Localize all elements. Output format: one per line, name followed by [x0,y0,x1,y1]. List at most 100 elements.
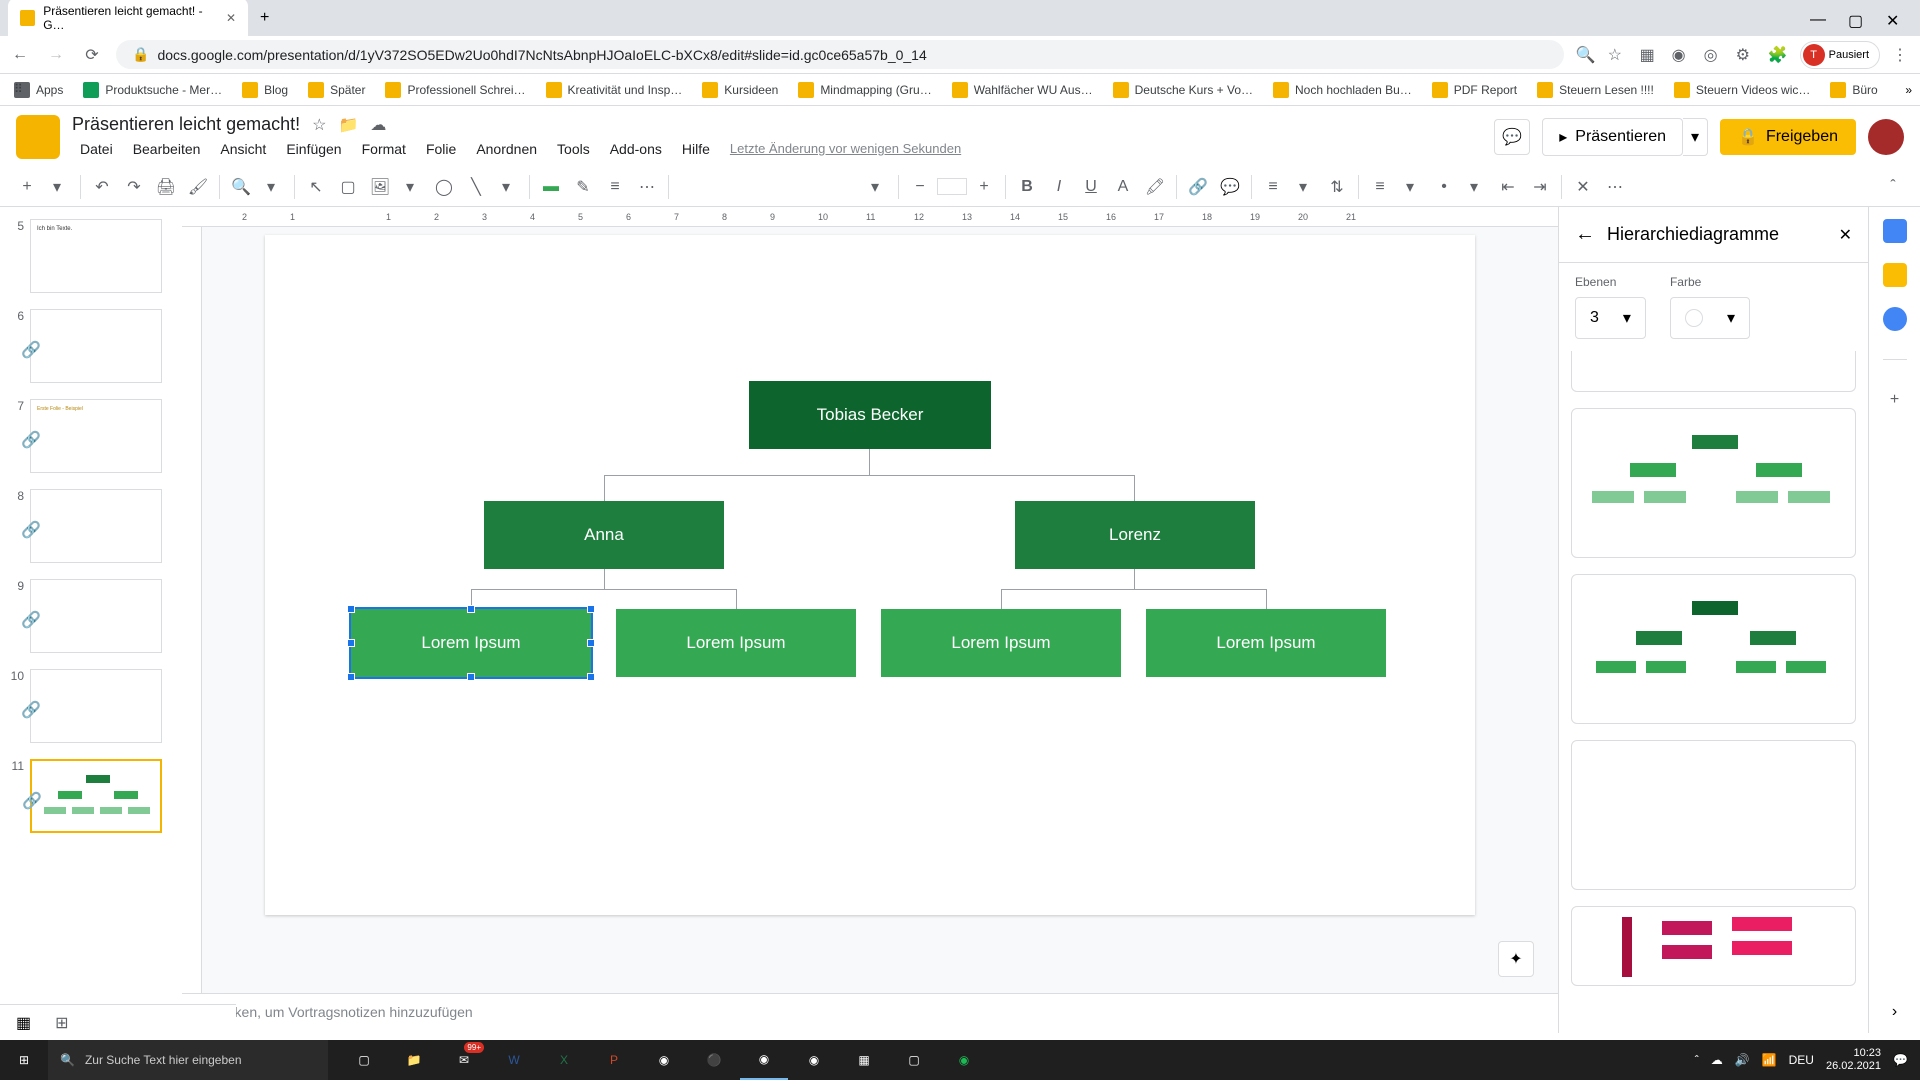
menu-insert[interactable]: Einfügen [278,139,349,159]
back-button[interactable]: ← [8,43,32,67]
menu-help[interactable]: Hilfe [674,139,718,159]
redo-button[interactable]: ↷ [119,172,149,202]
taskbar-search[interactable]: 🔍 Zur Suche Text hier eingeben [48,1040,328,1080]
zoom-icon[interactable]: 🔍 [1576,45,1596,65]
language-indicator[interactable]: DEU [1789,1053,1814,1067]
hierarchy-node-l3[interactable]: Lorem Ipsum [616,609,856,677]
mail-icon[interactable]: ✉99+ [440,1040,488,1080]
cloud-status-icon[interactable]: ☁ [370,115,386,135]
comment-insert-button[interactable]: 💬 [1215,172,1245,202]
slide-thumb-6[interactable]: 🔗 [30,309,162,383]
start-button[interactable]: ⊞ [0,1040,48,1080]
line-spacing-button[interactable]: ⇅ [1322,172,1352,202]
bookmark-item[interactable]: Steuern Videos wic… [1668,78,1817,102]
levels-select[interactable]: 3 ▾ [1575,297,1646,339]
browser-tab[interactable]: Präsentieren leicht gemacht! - G… ✕ [8,0,248,38]
collapse-toolbar-button[interactable]: ˆ [1878,172,1908,202]
image-dropdown[interactable]: ▾ [397,172,427,202]
app-icon[interactable]: ▢ [890,1040,938,1080]
border-width-button[interactable]: ≡ [600,172,630,202]
share-button[interactable]: 🔒 Freigeben [1720,119,1856,155]
bookmark-item[interactable]: Mindmapping (Gru… [792,78,937,102]
line-dropdown[interactable]: ▾ [493,172,523,202]
close-tab-icon[interactable]: ✕ [226,11,236,25]
bookmark-item[interactable]: Später [302,78,371,102]
star-icon[interactable]: ☆ [1608,45,1628,65]
image-tool[interactable]: 🖼 [365,172,395,202]
notification-icon[interactable]: 💬 [1893,1053,1908,1067]
filmstrip-view-button[interactable]: ▦ [16,1013,31,1033]
bookmark-item[interactable]: Kreativität und Insp… [540,78,689,102]
color-select[interactable]: ▾ [1670,297,1750,339]
select-tool[interactable]: ↖ [301,172,331,202]
bookmark-item[interactable]: Produktsuche - Mer… [77,78,228,102]
paint-format-button[interactable]: 🖌 [183,172,213,202]
hierarchy-node-l3-selected[interactable]: Lorem Ipsum [351,609,591,677]
app-icon[interactable]: ◉ [640,1040,688,1080]
extension2-icon[interactable]: ◎ [1704,45,1724,65]
puzzle-icon[interactable]: 🧩 [1768,45,1788,65]
zoom-dropdown[interactable]: ▾ [258,172,288,202]
slide-thumb-10[interactable]: 🔗 [30,669,162,743]
font-size-dec[interactable]: − [905,172,935,202]
menu-format[interactable]: Format [354,139,414,159]
speaker-notes[interactable]: Klicken, um Vortragsnotizen hinzuzufügen [182,993,1558,1033]
slide-canvas[interactable]: Tobias Becker Anna Lorenz Lorem Ipsum Lo… [265,235,1475,915]
diagram-template[interactable] [1571,351,1856,392]
menu-edit[interactable]: Bearbeiten [125,139,209,159]
present-dropdown[interactable]: ▾ [1683,118,1708,156]
app-icon[interactable]: ▦ [840,1040,888,1080]
word-icon[interactable]: W [490,1040,538,1080]
font-size-input[interactable] [937,178,967,195]
onedrive-icon[interactable]: ☁ [1711,1053,1723,1067]
spotify-icon[interactable]: ◉ [940,1040,988,1080]
menu-slide[interactable]: Folie [418,139,464,159]
diagram-template[interactable] [1571,574,1856,724]
diagram-template[interactable] [1571,408,1856,558]
forward-button[interactable]: → [44,43,68,67]
new-slide-button[interactable]: + [12,172,42,202]
volume-icon[interactable]: 🔊 [1735,1053,1750,1067]
hierarchy-node-l2[interactable]: Anna [484,501,724,569]
bookmark-item[interactable]: Büro [1824,78,1883,102]
add-addon-icon[interactable]: + [1883,388,1907,412]
extension-icon[interactable]: ◉ [1672,45,1692,65]
diagram-template[interactable] [1571,740,1856,890]
border-color-button[interactable]: ✎ [568,172,598,202]
present-button[interactable]: ▸ Präsentieren [1542,118,1683,156]
bookmark-item[interactable]: Steuern Lesen !!!! [1531,78,1660,102]
grid-view-button[interactable]: ⊞ [55,1013,68,1033]
explore-button[interactable]: ✦ [1498,941,1534,977]
italic-button[interactable]: I [1044,172,1074,202]
underline-button[interactable]: U [1076,172,1106,202]
comments-button[interactable]: 💬 [1494,119,1530,155]
bookmarks-overflow[interactable]: » [1905,83,1912,97]
star-button[interactable]: ☆ [312,115,326,135]
numbered-list-dropdown[interactable]: ▾ [1397,172,1427,202]
chrome-icon[interactable]: ◉ [740,1040,788,1080]
move-button[interactable]: 📁 [338,115,358,135]
slide-thumb-5[interactable]: Ich bin Texte. [30,219,162,293]
slide-thumb-11[interactable]: 🔗 [30,759,162,833]
reload-button[interactable]: ⟳ [80,43,104,67]
bookmark-item[interactable]: Wahlfächer WU Aus… [946,78,1099,102]
excel-icon[interactable]: X [540,1040,588,1080]
bookmark-item[interactable]: Professionell Schrei… [379,78,531,102]
slides-logo[interactable] [16,115,60,159]
hierarchy-root[interactable]: Tobias Becker [749,381,991,449]
tasks-icon[interactable] [1883,307,1907,331]
profile-avatar[interactable]: T [1803,44,1825,66]
hierarchy-node-l2[interactable]: Lorenz [1015,501,1255,569]
bookmark-item[interactable]: Noch hochladen Bu… [1267,78,1418,102]
maximize-icon[interactable]: ▢ [1848,11,1862,25]
bold-button[interactable]: B [1012,172,1042,202]
file-explorer-icon[interactable]: 📁 [390,1040,438,1080]
font-size-inc[interactable]: + [969,172,999,202]
slide-thumb-7[interactable]: 🔗 Erste Folie - Beispiel [30,399,162,473]
menu-view[interactable]: Ansicht [212,139,274,159]
line-tool[interactable]: ╲ [461,172,491,202]
indent-inc-button[interactable]: ⇥ [1525,172,1555,202]
menu-file[interactable]: Datei [72,139,121,159]
slide-thumb-8[interactable]: 🔗 [30,489,162,563]
apps-bookmark[interactable]: ⠿Apps [8,78,69,102]
